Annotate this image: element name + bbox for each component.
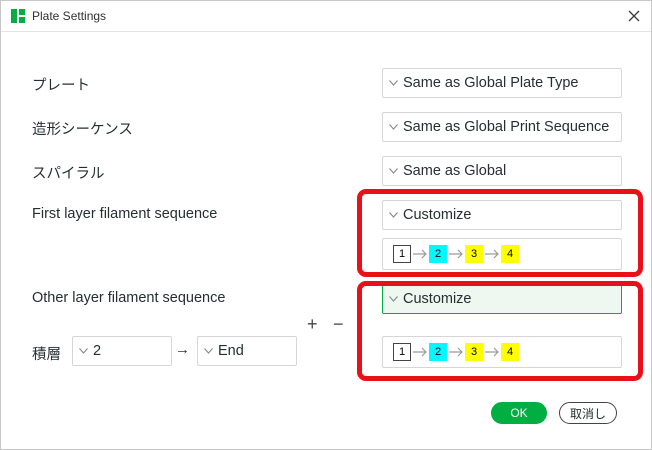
plate-settings-dialog: Plate Settings プレート Same as Global Plate… [0, 0, 652, 450]
chevron-down-icon [198, 348, 218, 354]
bambu-studio-icon [11, 9, 25, 23]
other-layer-sequence-label: Other layer filament sequence [32, 290, 226, 306]
chevron-down-icon [73, 348, 93, 354]
spiral-dropdown[interactable]: Same as Global [382, 156, 622, 186]
layer-from-value: 2 [93, 343, 102, 359]
chevron-down-icon [383, 80, 403, 86]
print-sequence-label: 造形シーケンス [32, 122, 133, 138]
spiral-label: スパイラル [32, 166, 105, 182]
highlight-annotation-other-layer [357, 281, 643, 381]
layer-range-label: 積層 [32, 347, 61, 363]
add-range-button[interactable]: + [307, 315, 318, 333]
chevron-down-icon [383, 168, 403, 174]
remove-range-button[interactable]: − [333, 315, 344, 333]
range-arrow: → [175, 341, 190, 358]
cancel-button[interactable]: 取消し [559, 402, 617, 424]
layer-to-dropdown[interactable]: End [197, 336, 297, 366]
plate-type-value: Same as Global Plate Type [403, 75, 579, 91]
plate-type-dropdown[interactable]: Same as Global Plate Type [382, 68, 622, 98]
highlight-annotation-first-layer [357, 189, 643, 277]
ok-button[interactable]: OK [491, 402, 547, 424]
print-sequence-value: Same as Global Print Sequence [403, 119, 610, 135]
layer-from-dropdown[interactable]: 2 [72, 336, 172, 366]
close-icon [628, 10, 640, 22]
plate-type-label: プレート [32, 78, 90, 94]
window-title: Plate Settings [32, 9, 107, 23]
first-layer-sequence-label: First layer filament sequence [32, 206, 218, 222]
print-sequence-dropdown[interactable]: Same as Global Print Sequence [382, 112, 622, 142]
spiral-value: Same as Global [403, 163, 507, 179]
title-bar: Plate Settings [1, 1, 651, 32]
close-button[interactable] [623, 5, 645, 27]
layer-to-value: End [218, 343, 244, 359]
chevron-down-icon [383, 124, 403, 130]
